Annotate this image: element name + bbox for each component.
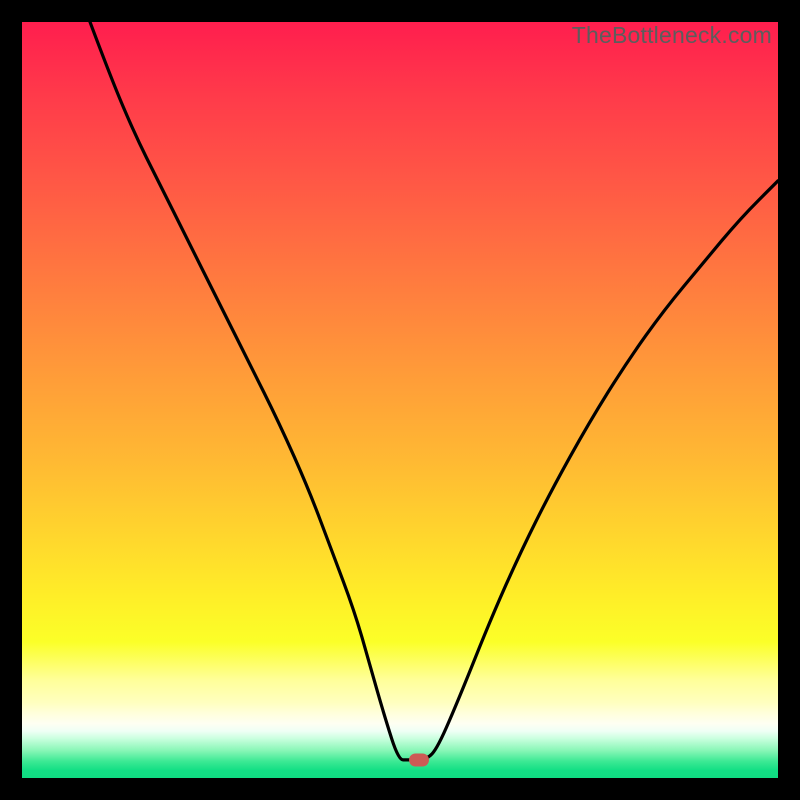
chart-frame: TheBottleneck.com [22, 22, 778, 778]
bottleneck-curve [22, 22, 778, 778]
watermark-text: TheBottleneck.com [572, 22, 772, 49]
optimal-point-marker [409, 753, 429, 766]
